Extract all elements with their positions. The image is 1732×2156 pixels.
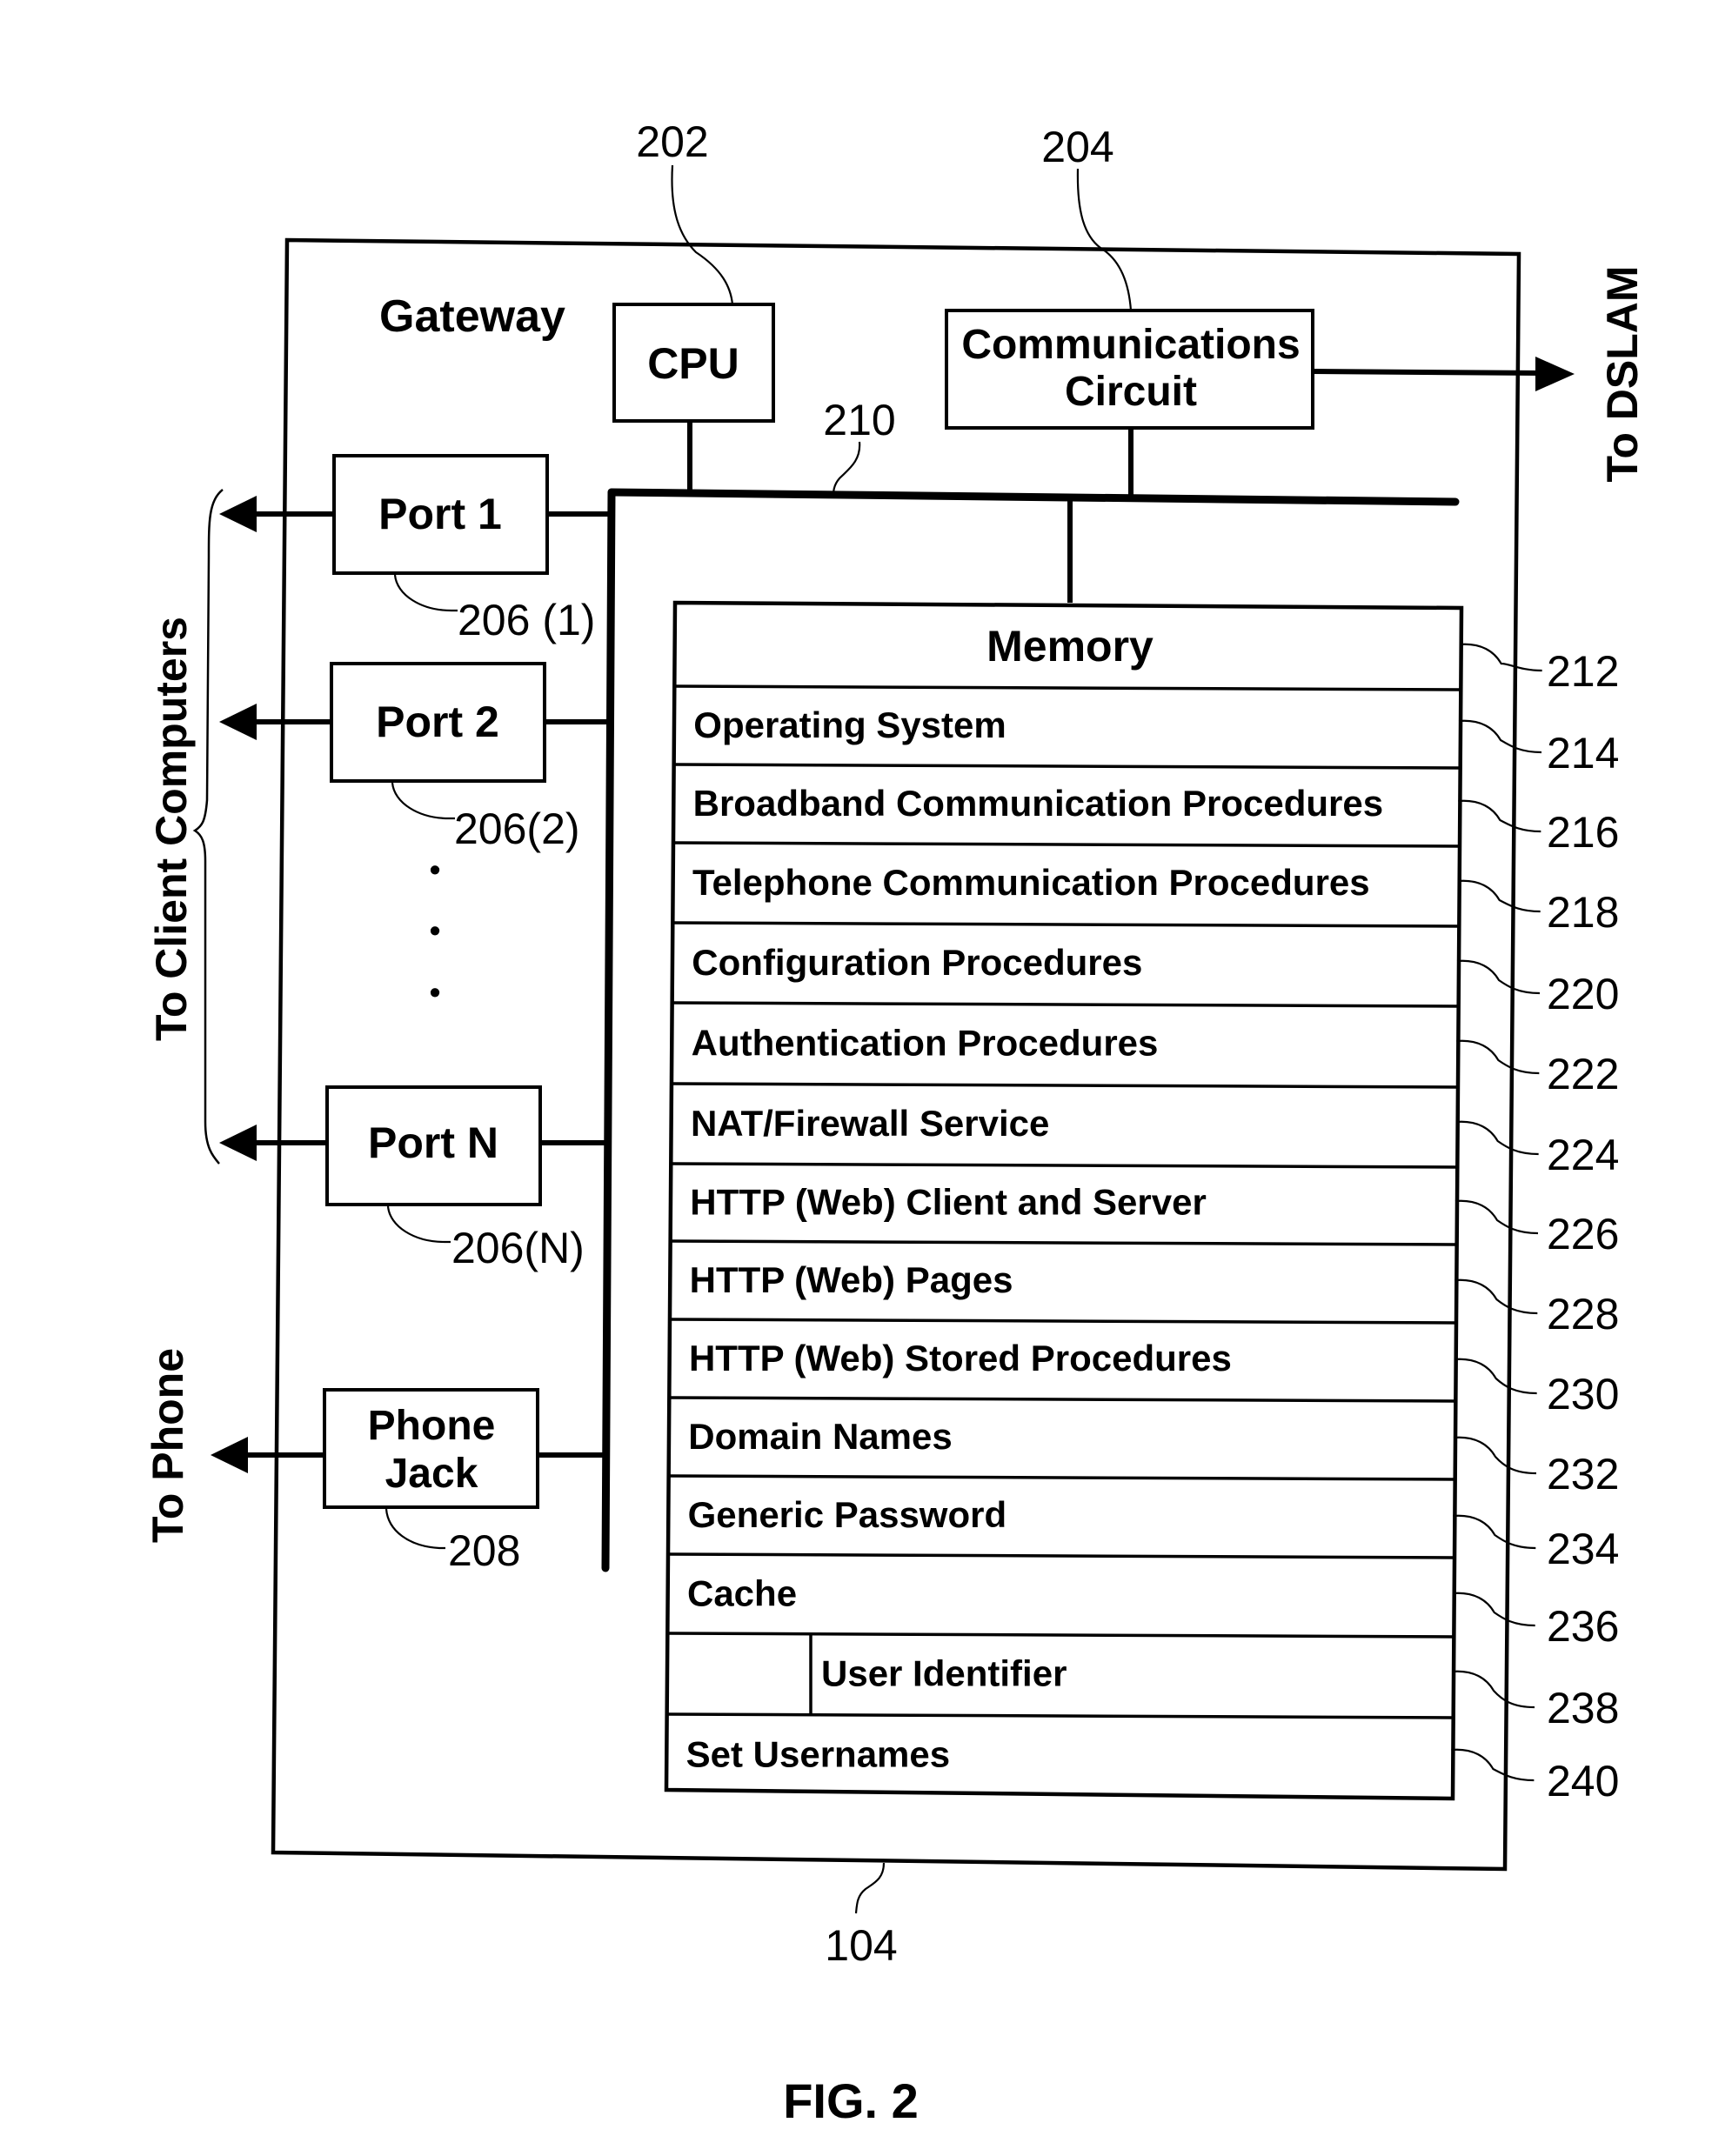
memory-ref: 232 — [1547, 1450, 1619, 1499]
memory-row-label: Broadband Communication Procedures — [693, 783, 1383, 824]
memory-title: Memory — [986, 622, 1154, 671]
client-computers-brace — [192, 489, 224, 1165]
port-ref: 206(2) — [454, 804, 580, 853]
memory-row-label: HTTP (Web) Pages — [690, 1259, 1013, 1300]
comms-label-line2: Circuit — [1065, 369, 1197, 415]
comms-label-line1: Communications — [961, 322, 1300, 368]
memory-ref: 230 — [1547, 1370, 1619, 1418]
ellipsis-dot: • — [430, 851, 441, 887]
port-arrow-head-icon — [219, 704, 257, 740]
bus-ref: 210 — [823, 396, 895, 444]
to-dslam-label: To DSLAM — [1598, 265, 1647, 482]
memory-ref: 240 — [1547, 1757, 1619, 1806]
comms-ref: 204 — [1041, 123, 1113, 171]
memory-ref: 222 — [1547, 1050, 1619, 1098]
port-arrow-head-icon — [219, 496, 257, 532]
gateway-ref: 104 — [825, 1921, 897, 1970]
memory-row-label: HTTP (Web) Client and Server — [690, 1182, 1207, 1223]
memory-ref: 226 — [1547, 1210, 1619, 1258]
memory-row-label: Set Usernames — [686, 1734, 951, 1775]
memory-row-label: Configuration Procedures — [692, 942, 1142, 983]
memory-row-label: NAT/Firewall Service — [691, 1103, 1049, 1144]
memory-ref: 212 — [1547, 647, 1619, 696]
memory-row-label: Domain Names — [688, 1416, 952, 1457]
phone-arrow-head-icon — [211, 1437, 248, 1473]
port-ref: 206 (1) — [458, 596, 595, 644]
memory-ref: 236 — [1547, 1602, 1619, 1651]
cpu-label: CPU — [647, 339, 739, 388]
port-label: Port 1 — [378, 490, 502, 538]
memory-ref: 234 — [1547, 1525, 1619, 1573]
memory-ref: 224 — [1547, 1131, 1619, 1179]
to-client-computers-label: To Client Computers — [147, 617, 196, 1041]
ellipsis-dot: • — [430, 974, 441, 1010]
memory-block: Memory Operating System Broadband Communi… — [664, 600, 1464, 1801]
memory-row-label: Generic Password — [688, 1494, 1007, 1535]
memory-ref: 228 — [1547, 1290, 1619, 1338]
memory-ref: 218 — [1547, 888, 1619, 937]
port-arrow-head-icon — [219, 1125, 257, 1161]
memory-row-label: Operating System — [693, 704, 1006, 745]
memory-row-label: Authentication Procedures — [692, 1023, 1159, 1064]
phone-jack-label-line1: Phone — [368, 1403, 496, 1449]
dslam-arrow-shaft — [1312, 369, 1545, 376]
memory-ref: 238 — [1547, 1684, 1619, 1732]
port-ref: 206(N) — [451, 1224, 585, 1272]
cpu-ref: 202 — [636, 117, 708, 166]
gateway-ref-leader — [854, 1862, 886, 1914]
port-label: Port 2 — [376, 698, 499, 746]
port-label: Port N — [368, 1118, 498, 1167]
phone-jack-label-line2: Jack — [385, 1451, 478, 1497]
to-phone-label: To Phone — [144, 1348, 192, 1543]
gateway-block-diagram: Gateway 202 CPU 204 Communications Circu… — [144, 117, 1647, 2128]
ellipsis-dot: • — [430, 912, 441, 948]
dslam-arrow-head-icon — [1535, 357, 1575, 391]
memory-ref: 216 — [1547, 808, 1619, 857]
memory-ref: 214 — [1547, 729, 1619, 778]
figure-caption: FIG. 2 — [783, 2073, 919, 2128]
memory-row-label: HTTP (Web) Stored Procedures — [689, 1338, 1232, 1378]
phone-jack-ref: 208 — [448, 1526, 520, 1575]
memory-row-label: Cache — [687, 1573, 797, 1614]
memory-ref: 220 — [1547, 970, 1619, 1018]
memory-row-label: User Identifier — [821, 1653, 1067, 1694]
memory-row-label: Telephone Communication Procedures — [692, 862, 1370, 903]
gateway-title: Gateway — [379, 291, 565, 342]
